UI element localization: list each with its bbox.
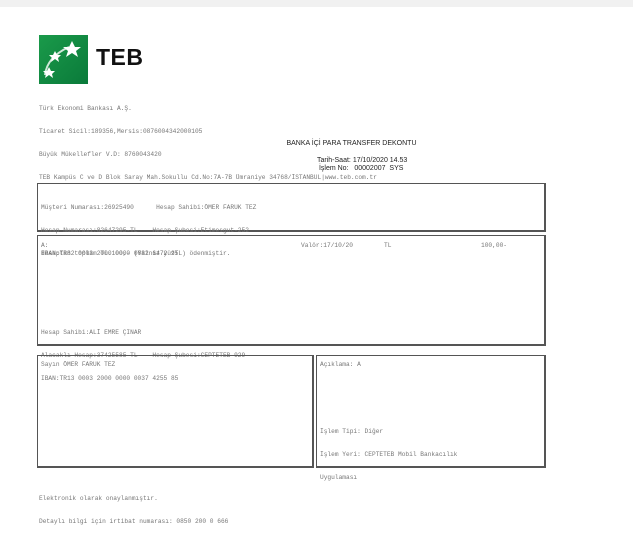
transaction-meta: Tarih-Saat: 17/10/2020 14.53 İşlem No: 0… (317, 157, 407, 173)
sender-line-2: Hesap Numarası:82647295-TL Hesap Şubesi:… (41, 226, 249, 234)
transfer-box: A: Valör:17/10/20 TL 100,00- Hesaptan to… (37, 235, 546, 382)
contact-note: Detaylı bilgi için irtibat numarası: 085… (39, 517, 229, 525)
sender-line-1: Müşteri Numarası:26925490 Hesap Sahibi:Ö… (41, 204, 257, 212)
company-name: Türk Ekonomi Bankası A.Ş. (39, 105, 132, 113)
value-date: Valör:17/10/20 (301, 242, 353, 249)
brand-name: TEB (96, 44, 144, 70)
datetime-value: 17/10/2020 14.53 (352, 157, 408, 164)
transaction-type: İşlem Tipi: Diğer (320, 428, 384, 436)
to-label: A: (41, 242, 49, 249)
approval-note: Elektronik olarak onaylanmıştır. (39, 495, 158, 503)
datetime-label: Tarih-Saat: (317, 157, 351, 164)
address: TEB Kampüs C ve D Blok Saray Mah.Sokullu… (39, 173, 377, 181)
sender-box: Müşteri Numarası:26925490 Hesap Sahibi:Ö… (37, 183, 546, 257)
document-title: BANKA İÇİ PARA TRANSFER DEKONTU (286, 140, 417, 147)
txn-label: İşlem No: (318, 165, 349, 172)
amount: 100,00- (481, 242, 507, 249)
top-bar (0, 0, 633, 7)
currency: TL (384, 242, 392, 249)
description-box: Açıklama: A İşlem Tipi: Diğer İşlem Yeri… (316, 355, 546, 481)
payment-note: Hesaptan toplam TL.100,- (Yalnız yüzTL) … (41, 250, 231, 257)
description: Açıklama: A (320, 361, 361, 368)
trade-registry: Ticaret Sicil:189356,Mersis:087600434200… (39, 127, 203, 135)
addressee: Sayın ÖMER FARUK TEZ (41, 361, 116, 368)
recipient-name: Hesap Sahibi:ALİ EMRE ÇINAR (41, 329, 142, 337)
teb-logo (39, 35, 88, 84)
addressee-box: Sayın ÖMER FARUK TEZ (37, 355, 314, 468)
transaction-place: İşlem Yeri: CEPTETEB Mobil Bankacılık (320, 450, 458, 458)
stars-icon (43, 41, 81, 78)
transaction-place-cont: Uygulaması (320, 473, 358, 481)
footer: Elektronik olarak onaylanmıştır. Detaylı… (39, 480, 228, 533)
txn-value: 00002007 SYS (354, 165, 404, 172)
